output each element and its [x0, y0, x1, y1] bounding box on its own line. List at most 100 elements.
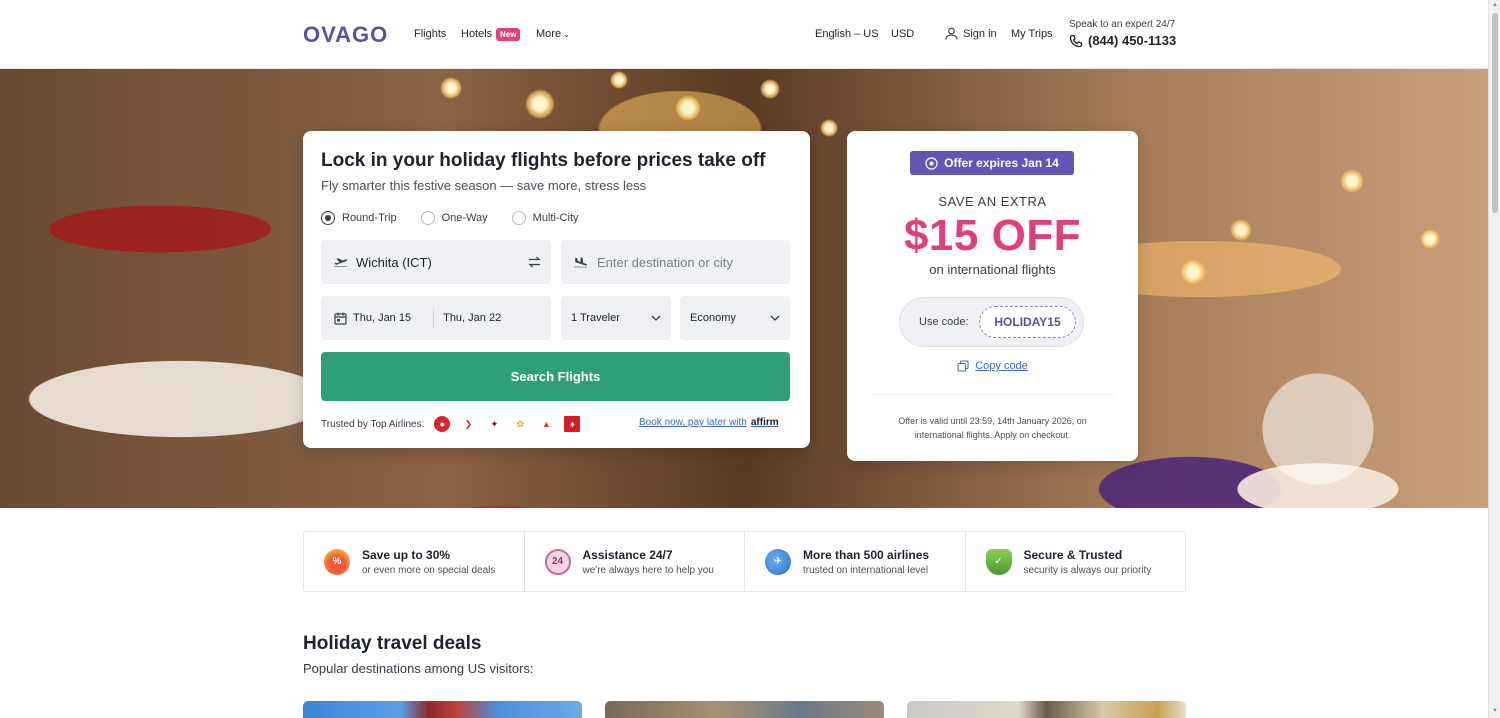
nav-hotels[interactable]: Hotels — [461, 28, 492, 40]
trip-type-label: One-Way — [441, 212, 488, 224]
language-selector[interactable]: English – US — [815, 28, 879, 40]
qatar-airways-logo: ✦ — [490, 418, 499, 429]
nav-flights[interactable]: Flights — [414, 28, 446, 40]
bokeh-light — [1230, 219, 1252, 241]
destination-field[interactable]: Enter destination or city — [561, 240, 790, 284]
trip-type-round-trip[interactable]: Round-Trip — [321, 211, 397, 225]
user-icon — [945, 27, 958, 40]
scroll-up-icon[interactable]: ▲ — [1491, 2, 1499, 8]
trip-type-multi-city[interactable]: Multi-City — [511, 211, 579, 225]
date-divider — [433, 308, 435, 328]
promo-divider — [871, 394, 1114, 395]
copy-code-button[interactable]: Copy code — [847, 360, 1138, 372]
page-scrollbar[interactable]: ▲ ▼ — [1488, 0, 1500, 718]
swap-icon[interactable] — [528, 256, 541, 268]
feature-item: ✈ More than 500 airlines trusted on inte… — [745, 532, 966, 591]
search-flights-button[interactable]: Search Flights — [321, 352, 790, 401]
feature-subtitle: we're always here to help you — [582, 564, 714, 576]
singapore-airlines-logo: ✿ — [516, 418, 525, 429]
cabin-class-value: Economy — [690, 312, 736, 324]
feature-item: 24 Assistance 24/7 we're always here to … — [525, 532, 745, 591]
calendar-icon — [334, 312, 347, 325]
save-extra-label: SAVE AN EXTRA — [938, 194, 1047, 209]
bokeh-light — [1180, 259, 1206, 285]
depart-date[interactable]: Thu, Jan 15 — [353, 312, 411, 324]
cabin-class-select[interactable]: Economy — [680, 296, 790, 340]
promo-code-value[interactable]: HOLIDAY15 — [979, 306, 1076, 338]
chevron-down-icon — [651, 315, 661, 321]
feature-title: Save up to 30% — [362, 547, 451, 562]
deals-heading: Holiday travel deals — [303, 633, 482, 654]
new-badge: New — [496, 28, 521, 41]
feature-title: Assistance 24/7 — [582, 547, 673, 562]
pay-later-link[interactable]: Book now, pay later with affirm — [639, 417, 779, 428]
site-header: OVAGO Flights Hotels New More ⌄ English –… — [0, 0, 1488, 69]
radio-unselected-icon — [420, 211, 435, 225]
bokeh-light — [675, 95, 701, 121]
landing-icon — [574, 257, 587, 268]
copy-code-label: Copy code — [975, 360, 1028, 372]
feature-item: ✓ Secure & Trusted security is always ou… — [966, 532, 1186, 591]
support-24-icon: 24 — [544, 548, 571, 575]
offer-expiry-badge: Offer expires Jan 14 — [910, 151, 1074, 175]
feature-item: % Save up to 30% or even more on special… — [304, 532, 525, 591]
sign-in-label: Sign in — [963, 27, 997, 40]
phone-contact[interactable]: Speak to an expert 24/7 (844) 450-1133 — [1069, 19, 1176, 48]
flight-search-card: Lock in your holiday flights before pric… — [303, 131, 810, 448]
bokeh-light — [525, 89, 555, 119]
feature-title: More than 500 airlines — [803, 547, 930, 562]
trip-type-label: Multi-City — [532, 212, 579, 224]
promo-card: Offer expires Jan 14 SAVE AN EXTRA $15 O… — [847, 131, 1138, 461]
scroll-down-icon[interactable]: ▼ — [1491, 708, 1499, 714]
search-card-title: Lock in your holiday flights before pric… — [321, 150, 766, 171]
origin-field[interactable]: Wichita (ICT) — [321, 240, 551, 284]
trip-type-label: Round-Trip — [342, 212, 397, 224]
bokeh-light — [1420, 229, 1440, 249]
chevron-down-icon — [770, 315, 780, 321]
discount-scope: on international flights — [929, 262, 1056, 277]
takeoff-icon — [334, 258, 348, 267]
trip-type-options: Round-Trip One-Way Multi-City — [321, 211, 579, 225]
globe-plane-icon: ✈ — [765, 548, 791, 575]
use-code-label: Use code: — [919, 316, 969, 328]
ovago-logo[interactable]: OVAGO — [303, 22, 388, 48]
bokeh-light — [610, 71, 628, 89]
trip-type-one-way[interactable]: One-Way — [420, 211, 488, 225]
feature-subtitle: or even more on special deals — [362, 564, 496, 576]
my-trips-link[interactable]: My Trips — [1011, 28, 1053, 40]
return-date[interactable]: Thu, Jan 22 — [443, 312, 501, 324]
phone-number: (844) 450-1133 — [1069, 33, 1176, 48]
deal-card-image[interactable] — [303, 701, 582, 718]
nav-more[interactable]: More ⌄ — [536, 28, 570, 40]
nav-more-label: More — [536, 28, 562, 40]
badge-icon — [925, 156, 938, 170]
phone-caption: Speak to an expert 24/7 — [1069, 19, 1176, 30]
radio-selected-icon — [321, 211, 335, 225]
shield-check-icon: ✓ — [985, 548, 1012, 575]
origin-value: Wichita (ICT) — [356, 254, 432, 270]
promo-terms: Offer is valid until 23:59, 14th January… — [898, 416, 1087, 440]
search-card-subtitle: Fly smarter this festive season — save m… — [321, 178, 647, 193]
deal-card-image[interactable] — [605, 701, 884, 718]
travelers-select[interactable]: 1 Traveler — [561, 296, 671, 340]
offer-expiry-text: Offer expires Jan 14 — [944, 156, 1059, 170]
currency-selector[interactable]: USD — [891, 28, 914, 40]
deal-card-image[interactable] — [907, 701, 1186, 718]
feature-title: Secure & Trusted — [1023, 547, 1123, 562]
features-bar: % Save up to 30% or even more on special… — [303, 531, 1186, 592]
feature-subtitle: security is always our priority — [1023, 564, 1152, 576]
bokeh-light — [820, 119, 838, 137]
chevron-down-icon: ⌄ — [563, 30, 570, 39]
destination-placeholder: Enter destination or city — [597, 254, 733, 270]
feature-subtitle: trusted on international level — [803, 564, 929, 576]
bokeh-light — [760, 79, 780, 99]
phone-icon — [1069, 34, 1083, 47]
affirm-logo: affirm — [750, 417, 779, 428]
phone-number-text: (844) 450-1133 — [1088, 33, 1177, 48]
trusted-airlines: Trusted by Top Airlines: ● ❯ ✦ ✿ ▲ ♦ — [321, 416, 581, 432]
sign-in-link[interactable]: Sign in — [945, 27, 997, 40]
bokeh-light — [1340, 169, 1364, 193]
dates-field[interactable]: Thu, Jan 15 Thu, Jan 22 — [321, 296, 551, 340]
trusted-label: Trusted by Top Airlines: — [321, 418, 425, 430]
scrollbar-thumb[interactable] — [1492, 13, 1498, 213]
